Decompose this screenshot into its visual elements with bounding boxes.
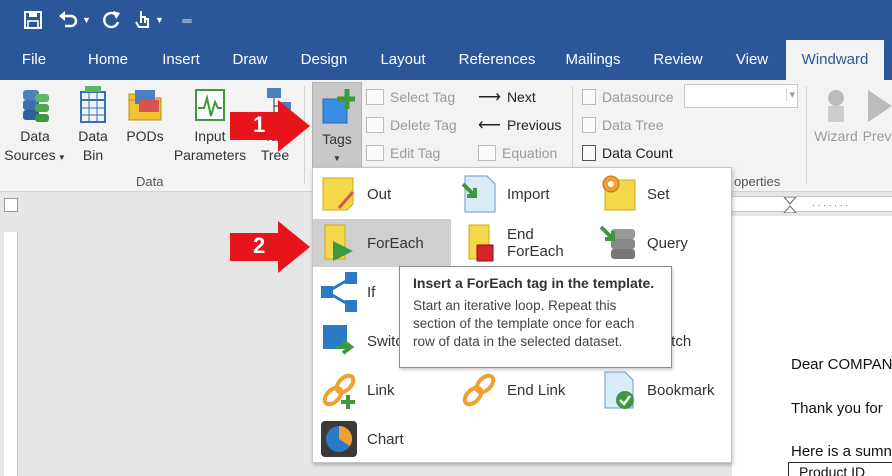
delete-tag-button[interactable]: Delete Tag <box>366 114 457 136</box>
datasource-label: Datasource <box>582 86 674 108</box>
data-tree-icon <box>582 117 596 133</box>
import-tag-icon <box>459 174 499 214</box>
foreach-tooltip: Insert a ForEach tag in the template. St… <box>399 266 672 368</box>
document-line: Here is a sumn <box>791 443 892 460</box>
menu-item-out[interactable]: Out <box>313 170 451 218</box>
tags-label: Tags <box>322 131 352 147</box>
previous-button[interactable]: ⟵ Previous <box>478 114 561 136</box>
data-count-icon <box>582 145 596 161</box>
tab-view[interactable]: View <box>728 40 776 80</box>
select-tag-icon <box>366 89 384 105</box>
wizard-label: Wizard <box>814 128 858 144</box>
tab-mailings[interactable]: Mailings <box>558 40 628 80</box>
data-sources-button[interactable]: Data Sources ▼ <box>4 86 66 167</box>
document-line: Thank you for <box>791 400 883 417</box>
undo-icon[interactable]: ▼ <box>56 6 92 34</box>
menu-item-chart[interactable]: Chart <box>313 415 451 463</box>
if-tag-icon <box>319 272 359 312</box>
svg-text:· · · · · · ·: · · · · · · · <box>812 200 848 210</box>
pods-button[interactable]: PODs <box>120 86 170 146</box>
tab-review[interactable]: Review <box>646 40 710 80</box>
preview-button[interactable]: Prev <box>862 86 892 146</box>
tooltip-title: Insert a ForEach tag in the template. <box>413 275 655 291</box>
tab-design[interactable]: Design <box>294 40 354 80</box>
tags-caret-icon: ▼ <box>333 154 341 163</box>
tab-selector[interactable] <box>4 198 18 212</box>
callout-number-2: 2 <box>253 233 266 258</box>
document-line: Dear COMPAN <box>791 356 892 373</box>
menu-item-foreach[interactable]: ForEach <box>313 219 451 267</box>
tab-references[interactable]: References <box>452 40 542 80</box>
table-header-cell: Product ID <box>788 462 892 476</box>
pods-label: PODs <box>126 128 164 144</box>
redo-icon[interactable] <box>100 6 124 34</box>
group-separator <box>806 86 807 184</box>
pods-icon <box>127 86 163 124</box>
menu-item-set[interactable]: Set <box>593 170 731 218</box>
foreach-tag-icon <box>319 223 359 263</box>
out-tag-icon <box>319 174 359 214</box>
query-tag-icon <box>599 223 639 263</box>
data-count-button[interactable]: Data Count <box>582 142 673 164</box>
menu-item-query[interactable]: Query <box>593 219 731 267</box>
equation-icon <box>478 145 496 161</box>
tooltip-body: Start an iterative loop. Repeat this sec… <box>413 298 635 349</box>
data-bin-label: Data Bin <box>78 128 108 163</box>
callout-arrow-1 <box>230 100 310 157</box>
preview-icon <box>862 86 892 124</box>
menu-item-end-foreach[interactable]: End ForEach <box>453 219 591 267</box>
menu-item-link[interactable]: Link <box>313 366 451 414</box>
touch-mode-icon[interactable]: ▼ <box>130 6 168 34</box>
next-button[interactable]: ⟶ Next <box>478 86 536 108</box>
tab-layout[interactable]: Layout <box>372 40 434 80</box>
tab-windward[interactable]: Windward <box>786 40 884 80</box>
chart-tag-icon <box>319 419 359 459</box>
bookmark-tag-icon <box>599 370 639 410</box>
wizard-icon <box>818 86 854 124</box>
edit-tag-button[interactable]: Edit Tag <box>366 142 440 164</box>
arrow-right-icon: ⟶ <box>478 89 501 106</box>
tab-file[interactable]: File <box>8 40 60 80</box>
properties-group-label: operties <box>734 174 781 189</box>
link-tag-icon <box>319 370 359 410</box>
horizontal-ruler[interactable]: · · · · · · · <box>732 196 892 214</box>
datasource-icon <box>582 89 596 105</box>
switch-tag-icon <box>319 321 359 361</box>
vertical-ruler[interactable] <box>4 232 18 476</box>
callout-number-1: 1 <box>253 112 266 137</box>
data-bin-icon <box>75 86 111 124</box>
data-group-label: Data <box>136 174 164 189</box>
select-tag-button[interactable]: Select Tag <box>366 86 455 108</box>
ribbon-tabs: File Home Insert Draw Design Layout Refe… <box>0 40 892 80</box>
data-tree-button[interactable]: Data Tree <box>582 114 663 136</box>
end-foreach-tag-icon <box>459 223 499 263</box>
tab-draw[interactable]: Draw <box>226 40 274 80</box>
equation-button[interactable]: Equation <box>478 142 557 164</box>
preview-label: Prev <box>862 128 892 144</box>
menu-item-bookmark[interactable]: Bookmark <box>593 366 731 414</box>
data-sources-label: Data Sources ▼ <box>4 128 66 163</box>
menu-item-end-link[interactable]: End Link <box>453 366 591 414</box>
data-sources-icon <box>17 86 53 124</box>
set-tag-icon <box>599 174 639 214</box>
tags-button[interactable]: Tags ▼ <box>312 82 362 170</box>
ruler-indent-icon: · · · · · · · <box>782 196 848 214</box>
callout-arrow-2 <box>230 221 310 278</box>
end-link-tag-icon <box>459 370 499 410</box>
datasource-dropdown[interactable] <box>684 84 798 108</box>
tab-home[interactable]: Home <box>80 40 136 80</box>
arrow-left-icon: ⟵ <box>478 117 501 134</box>
tab-insert[interactable]: Insert <box>154 40 208 80</box>
save-icon[interactable] <box>20 6 46 34</box>
delete-tag-icon <box>366 117 384 133</box>
edit-tag-icon <box>366 145 384 161</box>
quick-access-toolbar: ▼ ▼ ═ <box>0 0 892 40</box>
document-page[interactable] <box>732 216 892 476</box>
tags-icon <box>319 89 355 127</box>
data-bin-button[interactable]: Data Bin <box>70 86 116 165</box>
menu-item-import[interactable]: Import <box>453 170 591 218</box>
wizard-button[interactable]: Wizard <box>810 86 862 146</box>
input-parameters-icon <box>192 86 228 124</box>
customize-qat-icon[interactable]: ═ <box>176 6 198 34</box>
